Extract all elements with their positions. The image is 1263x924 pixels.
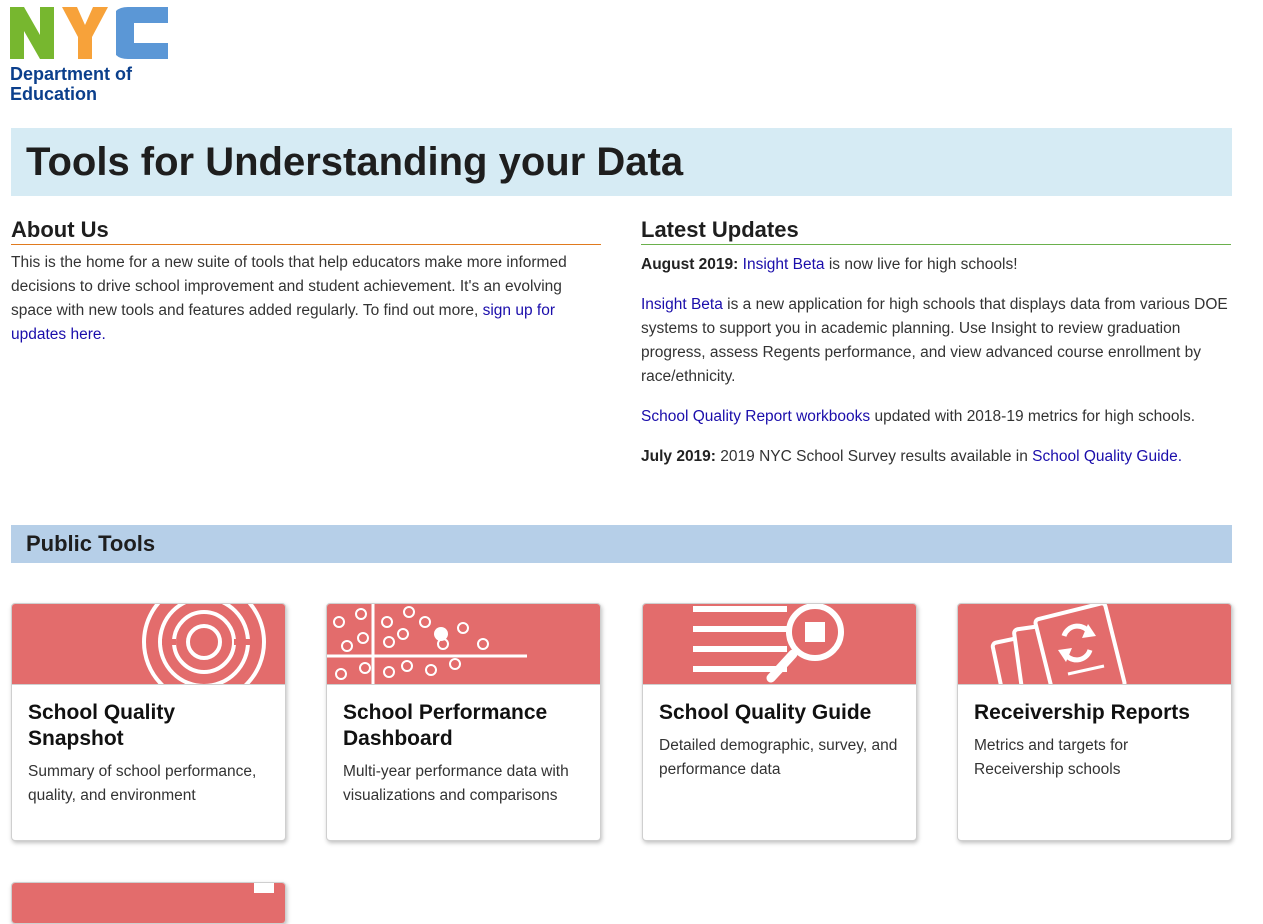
documents-refresh-icon [990, 604, 1127, 684]
tool-card-school-quality-guide[interactable]: School Quality Guide Detailed demographi… [642, 603, 917, 841]
card-title: Receivership Reports [974, 701, 1190, 724]
school-quality-guide-link[interactable]: School Quality Guide. [1032, 448, 1182, 465]
card-title: School Performance Dashboard [343, 701, 548, 750]
card-banner [958, 604, 1231, 685]
card-title: School Quality Guide [659, 701, 872, 724]
nyc-doe-logo[interactable]: Department of Education [10, 7, 172, 107]
logo-line-2: Education [10, 84, 98, 104]
list-magnifier-icon [693, 604, 844, 683]
insight-beta-link[interactable]: Insight Beta [743, 256, 825, 273]
logo-line-1: Department of [10, 64, 133, 84]
update-item: July 2019: 2019 NYC School Survey result… [641, 445, 1231, 469]
update-text: is now live for high schools! [828, 256, 1018, 273]
tool-card-receivership-reports[interactable]: Receivership Reports Metrics and targets… [957, 603, 1232, 841]
card-banner [643, 604, 916, 685]
nyc-logo-icon [10, 7, 168, 59]
page-title-band: Tools for Understanding your Data [11, 128, 1232, 196]
about-heading: About Us [11, 216, 601, 245]
about-section: About Us This is the home for a new suit… [11, 216, 601, 347]
scatter-plot-icon [327, 604, 527, 684]
page-title: Tools for Understanding your Data [26, 140, 684, 184]
card-banner [12, 883, 285, 923]
tool-card-partial[interactable] [11, 882, 286, 924]
updates-section: Latest Updates August 2019: Insight Beta… [641, 216, 1231, 485]
update-date: July 2019: [641, 448, 716, 465]
update-item: August 2019: Insight Beta is now live fo… [641, 253, 1231, 277]
card-description: Metrics and targets for Receivership sch… [974, 737, 1129, 778]
sqr-workbooks-link[interactable]: School Quality Report workbooks [641, 408, 870, 425]
update-item: Insight Beta is a new application for hi… [641, 293, 1231, 389]
card-banner [12, 604, 285, 685]
public-tools-band: Public Tools [11, 525, 1232, 563]
public-tools-heading: Public Tools [26, 531, 156, 556]
update-text: 2019 NYC School Survey results available… [720, 448, 1028, 465]
tool-card-school-quality-snapshot[interactable]: School Quality Snapshot Summary of schoo… [11, 603, 286, 841]
update-text: updated with 2018-19 metrics for high sc… [874, 408, 1195, 425]
card-banner [327, 604, 600, 685]
tool-card-school-performance-dashboard[interactable]: School Performance Dashboard Multi-year … [326, 603, 601, 841]
updates-heading: Latest Updates [641, 216, 1231, 245]
card-description: Multi-year performance data with visuali… [343, 763, 569, 804]
about-body: This is the home for a new suite of tool… [11, 251, 601, 347]
update-text: is a new application for high schools th… [641, 296, 1228, 385]
card-description: Summary of school performance, quality, … [28, 763, 257, 804]
insight-beta-link[interactable]: Insight Beta [641, 296, 723, 313]
card-description: Detailed demographic, survey, and perfor… [659, 737, 898, 778]
card-title: School Quality Snapshot [28, 701, 176, 750]
card-icon [254, 883, 274, 893]
update-item: School Quality Report workbooks updated … [641, 405, 1231, 429]
update-date: August 2019: [641, 256, 739, 273]
target-icon [142, 604, 266, 684]
